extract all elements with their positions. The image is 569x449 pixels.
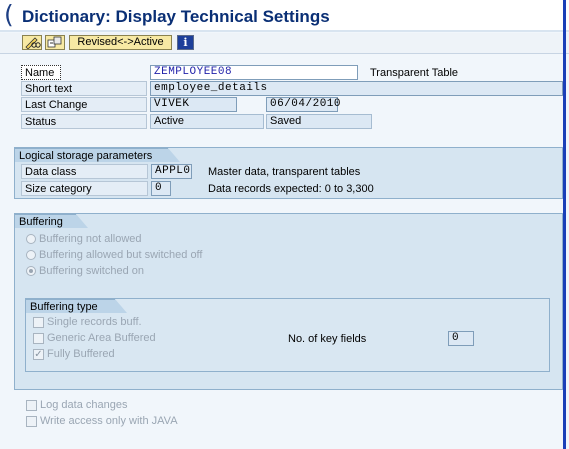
size-category-label: Size category — [21, 181, 148, 196]
status-value: Active — [150, 114, 264, 129]
last-change-label: Last Change — [21, 97, 147, 112]
revised-active-button[interactable]: Revised<->Active — [69, 35, 172, 50]
buffering-switched-off-radio[interactable] — [26, 250, 36, 260]
log-data-changes-checkbox[interactable] — [26, 400, 37, 411]
buffering-title-text: Buffering — [19, 216, 63, 228]
status-label: Status — [21, 114, 147, 129]
short-text-label: Short text — [21, 81, 147, 96]
pencil-glasses-icon — [25, 37, 41, 49]
title-divider — [0, 30, 569, 32]
fully-buffered-label: Fully Buffered — [47, 348, 115, 360]
name-label: Name — [21, 65, 61, 80]
last-change-user-field[interactable]: VIVEK — [150, 97, 237, 112]
data-class-label: Data class — [21, 164, 148, 179]
short-text-field[interactable]: employee_details — [150, 81, 563, 96]
table-type-text: Transparent Table — [370, 67, 459, 79]
logical-storage-title: Logical storage parameters — [14, 148, 180, 162]
title-paren: ( — [4, 0, 14, 29]
logical-storage-title-text: Logical storage parameters — [19, 150, 153, 162]
fully-buffered-checkbox[interactable]: ✓ — [33, 349, 44, 360]
buffering-not-allowed-radio[interactable] — [26, 234, 36, 244]
data-class-description: Master data, transparent tables — [208, 166, 361, 178]
window-edge-bar — [563, 0, 566, 449]
info-icon: i — [183, 36, 188, 49]
buffering-switched-off-label: Buffering allowed but switched off — [39, 249, 203, 261]
buffering-not-allowed-label: Buffering not allowed — [39, 233, 142, 245]
size-category-field[interactable]: 0 — [151, 181, 171, 196]
size-category-description: Data records expected: 0 to 3,300 — [208, 183, 374, 195]
page-title: Dictionary: Display Technical Settings — [22, 7, 330, 26]
last-change-date-field[interactable]: 06/04/2010 — [266, 97, 341, 112]
buffering-title: Buffering — [14, 214, 88, 228]
table-name-field[interactable]: ZEMPLOYEE08 — [150, 65, 358, 80]
write-access-java-label: Write access only with JAVA — [40, 415, 178, 427]
generic-area-checkbox[interactable] — [33, 333, 44, 344]
info-button[interactable]: i — [177, 35, 194, 50]
single-records-label: Single records buff. — [47, 316, 142, 328]
buffering-switched-on-radio[interactable] — [26, 266, 36, 276]
key-fields-field[interactable]: 0 — [448, 331, 474, 346]
display-change-icon — [47, 36, 62, 48]
display-change-button[interactable] — [22, 35, 42, 50]
generic-area-label: Generic Area Buffered — [47, 332, 156, 344]
key-fields-label: No. of key fields — [288, 333, 367, 345]
application-toolbar: Revised<->Active i — [0, 33, 569, 54]
log-data-changes-label: Log data changes — [40, 399, 128, 411]
buffering-type-title-text: Buffering type — [30, 301, 98, 313]
write-access-java-checkbox[interactable] — [26, 416, 37, 427]
buffering-type-title: Buffering type — [25, 299, 127, 313]
toggle-active-button[interactable] — [45, 35, 65, 50]
single-records-checkbox[interactable] — [33, 317, 44, 328]
status-saved-value: Saved — [266, 114, 372, 129]
buffering-switched-on-label: Buffering switched on — [39, 265, 144, 277]
data-class-field[interactable]: APPL0 — [151, 164, 192, 179]
